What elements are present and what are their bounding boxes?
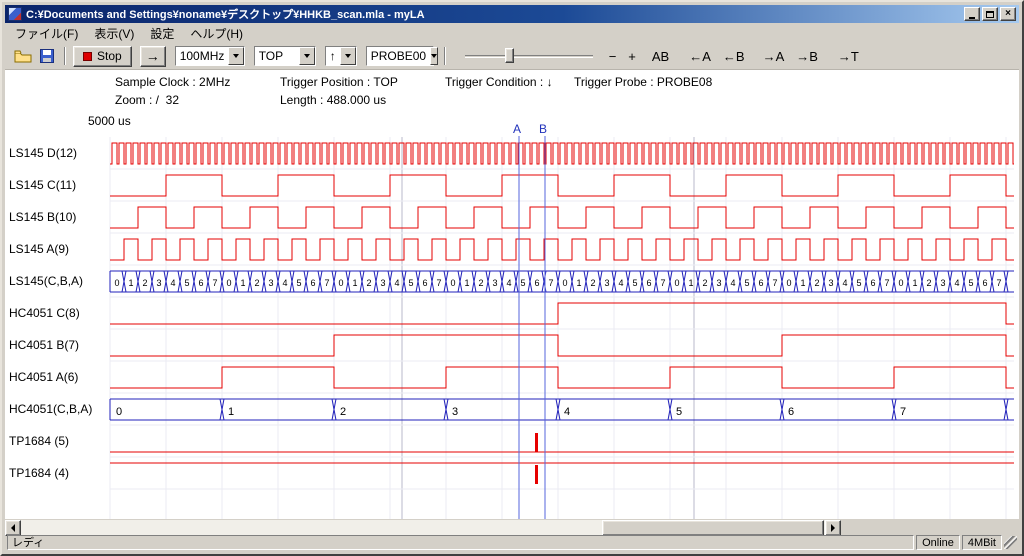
time-per-div-label: 5000 us [88,114,131,128]
chevron-down-icon[interactable] [299,47,315,65]
channel-label: TP1684 (4) [9,466,69,480]
run-arrow-icon: → [146,48,160,64]
goto-b-right-button[interactable]: →B [792,48,822,65]
maximize-icon [986,11,994,18]
trigger-edge-combobox[interactable]: ↑ [325,46,357,66]
chevron-down-icon[interactable] [340,47,356,65]
menu-file[interactable]: ファイル(F) [7,23,86,44]
resize-grip[interactable] [1004,536,1017,549]
status-online: Online [916,535,960,550]
minimize-button[interactable] [964,7,980,21]
status-memory: 4MBit [962,535,1002,550]
stop-button[interactable]: Stop [73,46,132,67]
close-icon: × [1005,9,1011,19]
slider-track [465,55,593,58]
channel-label: TP1684 (5) [9,434,69,448]
toolbar-separator [444,47,446,65]
zoom-slider[interactable] [465,46,593,66]
channel-label: HC4051 A(6) [9,370,78,384]
chevron-down-icon[interactable] [228,47,243,65]
ab-button[interactable]: AB [648,48,673,65]
sample-clock-combobox[interactable]: 100MHz [175,46,245,66]
triangle-right-icon [831,524,835,532]
channel-label: LS145 C(11) [9,178,76,192]
app-icon [8,7,22,21]
chevron-down-icon[interactable] [430,47,438,65]
channel-label: LS145(C,B,A) [9,274,83,288]
trigger-position-value: TOP [255,49,299,63]
channel-label: LS145 D(12) [9,146,77,160]
zoom-out-button[interactable]: − [605,48,621,65]
channel-label: HC4051(C,B,A) [9,402,92,416]
floppy-icon [40,49,54,63]
minimize-icon [969,17,975,19]
triangle-left-icon [11,524,15,532]
zoom-info: Zoom : / 32 [115,93,179,107]
menu-bar: ファイル(F) 表示(V) 設定 ヘルプ(H) [5,23,1019,43]
channel-label: HC4051 B(7) [9,338,79,352]
channel-label: LS145 B(10) [9,210,76,224]
window-title: C:¥Documents and Settings¥noname¥デスクトップ¥… [26,6,964,22]
waveform-area[interactable] [110,132,1014,522]
maximize-button[interactable] [982,7,998,21]
open-file-button[interactable] [11,46,35,66]
app-window: C:¥Documents and Settings¥noname¥デスクトップ¥… [0,0,1024,556]
slider-thumb[interactable] [505,48,514,63]
probe-combobox[interactable]: PROBE00 [366,46,434,66]
stop-button-label: Stop [97,49,122,63]
probe-value: PROBE00 [367,49,430,63]
window-controls: × [964,7,1016,21]
trigger-edge-value: ↑ [326,49,340,63]
menu-help[interactable]: ヘルプ(H) [182,23,251,44]
folder-open-icon [14,49,32,63]
goto-b-left-button[interactable]: ←B [719,48,749,65]
trigger-position-info: Trigger Position : TOP [280,75,398,89]
run-button[interactable]: → [140,46,166,67]
goto-trigger-button[interactable]: →T [834,48,863,65]
zoom-in-button[interactable]: + [624,48,640,65]
channel-label: LS145 A(9) [9,242,69,256]
stop-icon [83,52,92,61]
sample-clock-info: Sample Clock : 2MHz [115,75,230,89]
save-button[interactable] [35,46,59,66]
goto-a-right-button[interactable]: →A [759,48,789,65]
sample-clock-value: 100MHz [176,49,229,63]
goto-a-left-button[interactable]: ←A [685,48,715,65]
status-message: レディ [7,535,914,550]
toolbar: Stop → 100MHz TOP ↑ PROBE00 − + AB ←A [5,43,1019,70]
channel-label: HC4051 C(8) [9,306,80,320]
trigger-position-combobox[interactable]: TOP [254,46,316,66]
title-bar[interactable]: C:¥Documents and Settings¥noname¥デスクトップ¥… [5,5,1019,23]
toolbar-separator [64,47,66,65]
close-button[interactable]: × [1000,7,1016,21]
menu-settings[interactable]: 設定 [142,23,182,44]
trigger-probe-info: Trigger Probe : PROBE08 [574,75,712,89]
menu-view[interactable]: 表示(V) [86,23,142,44]
trigger-condition-info: Trigger Condition : ↓ [445,75,553,89]
length-info: Length : 488.000 us [280,93,386,107]
status-bar: レディ Online 4MBit [5,533,1019,551]
